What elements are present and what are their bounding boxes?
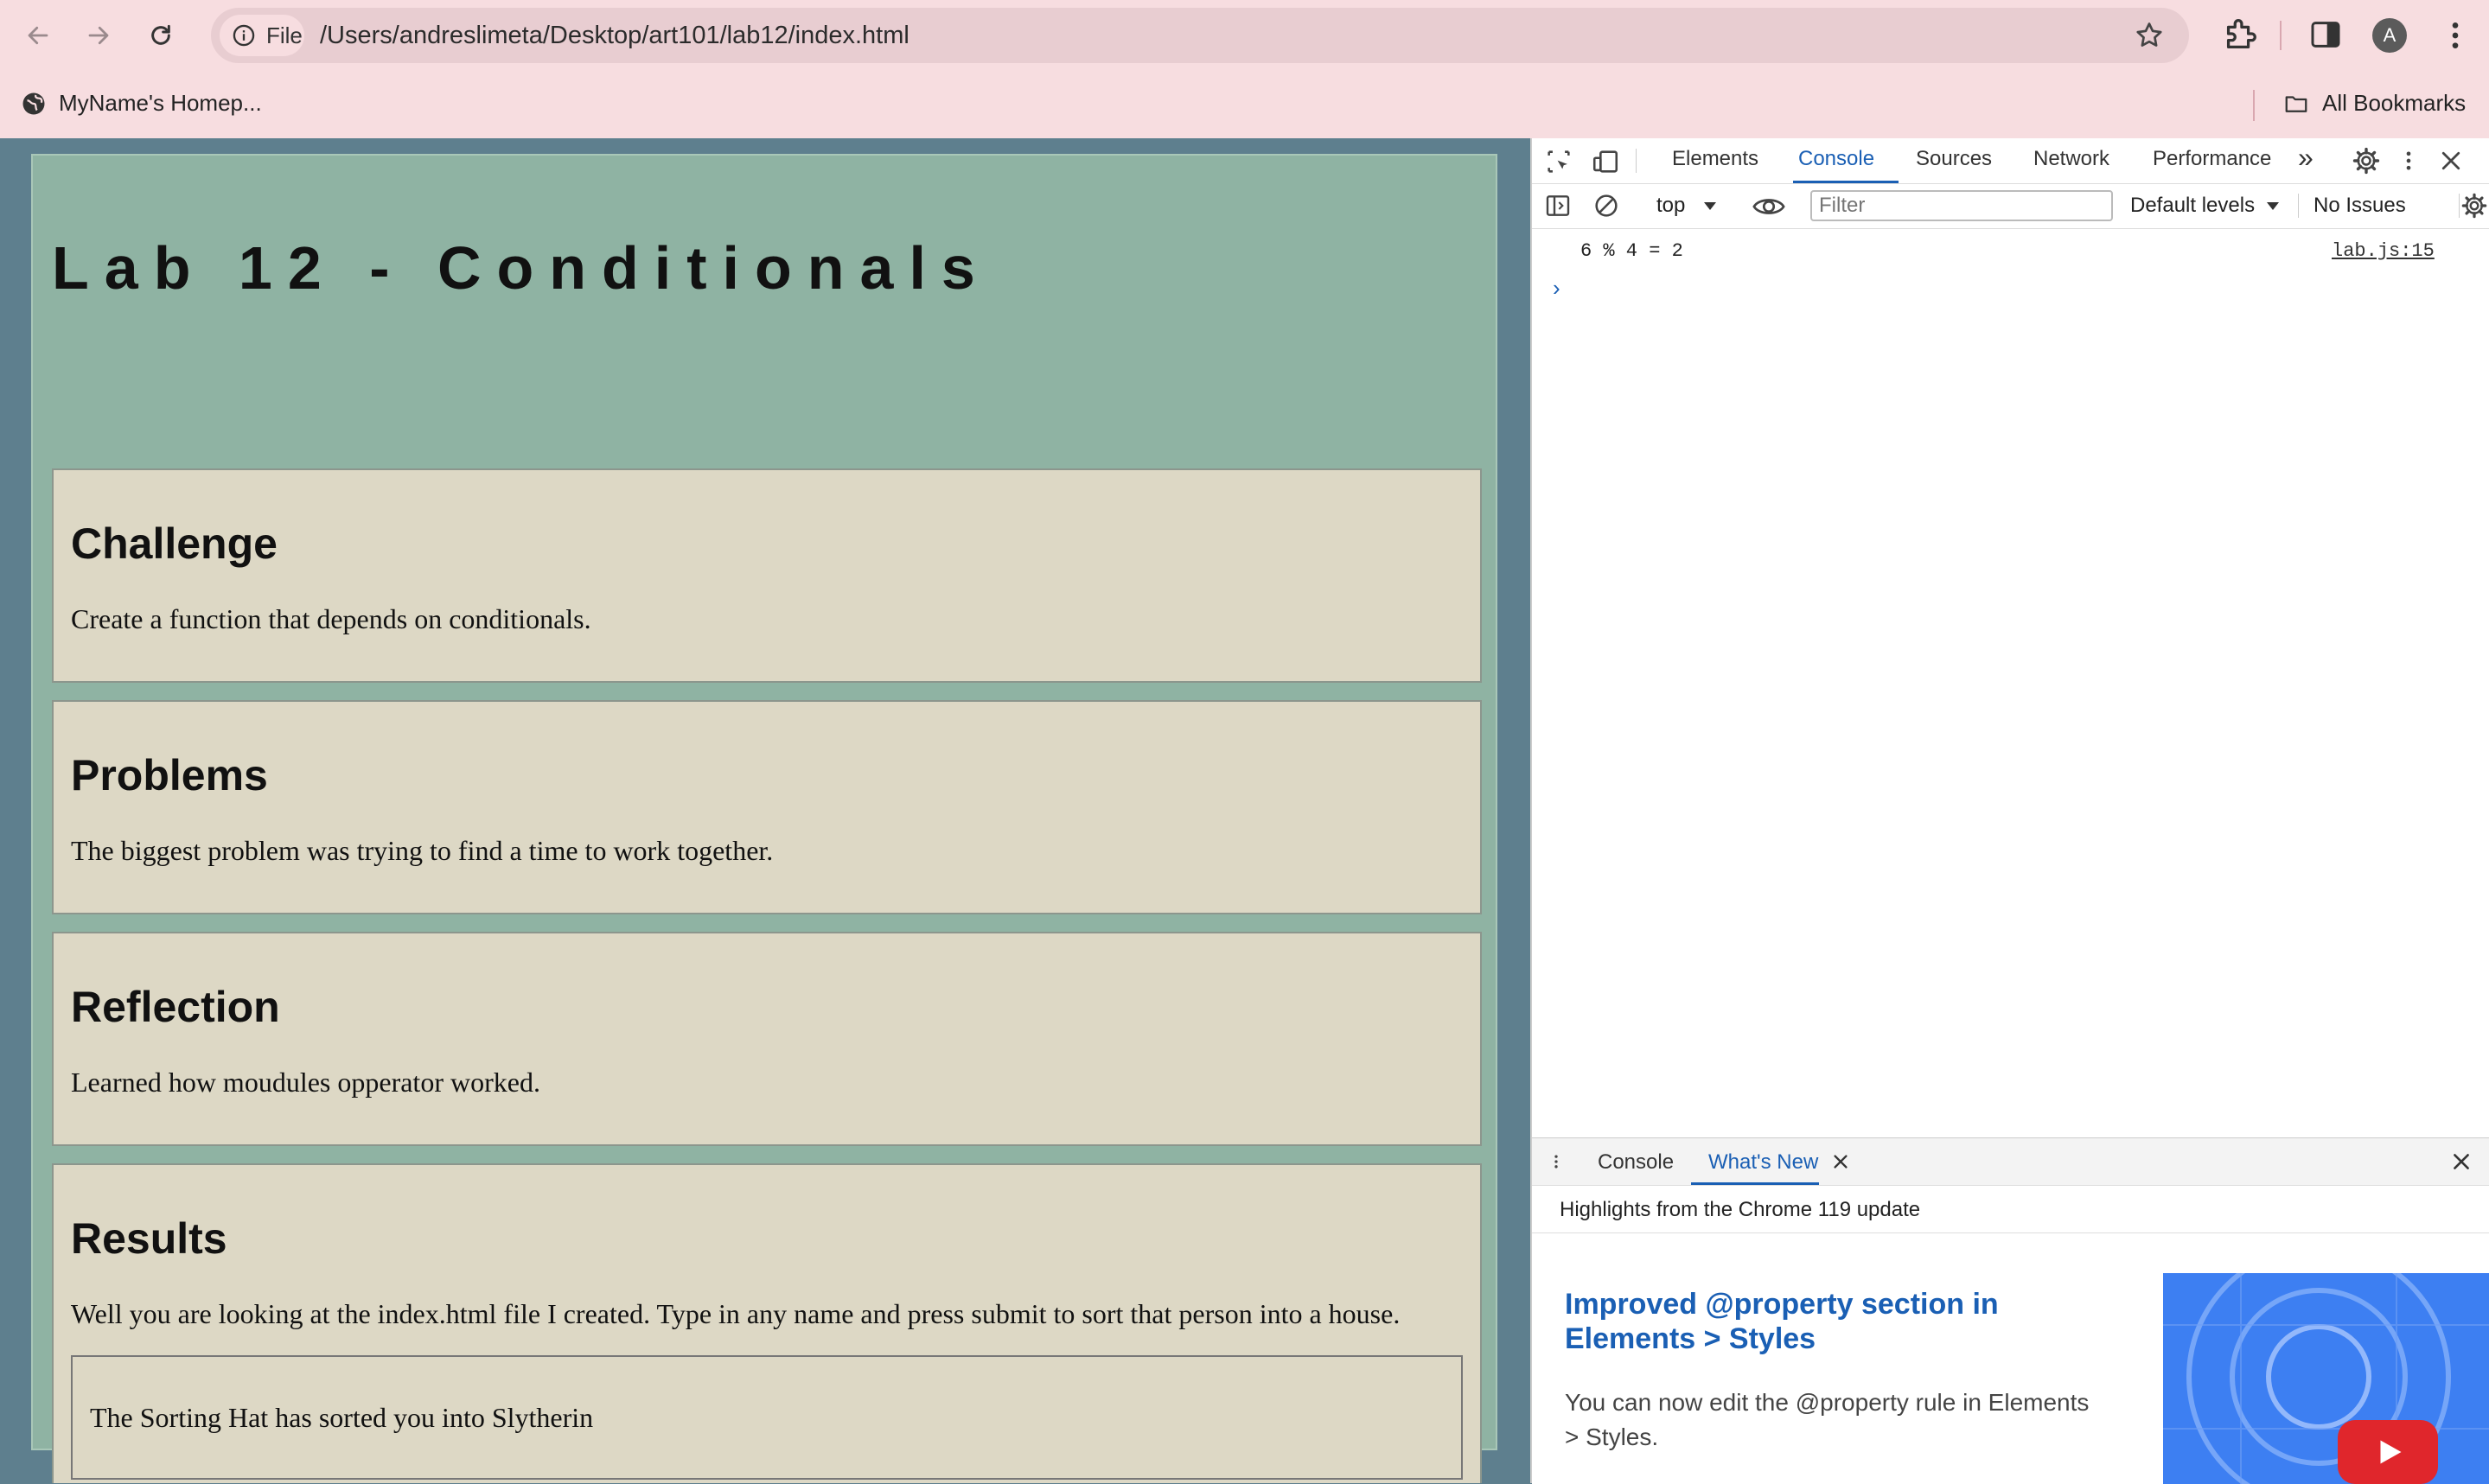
- results-section: Results Well you are looking at the inde…: [52, 1163, 1482, 1483]
- section-heading: Reflection: [71, 983, 280, 1031]
- extensions-icon[interactable]: [2220, 14, 2260, 54]
- toolbar-divider: [2459, 194, 2460, 218]
- page-title: Lab 12 - Conditionals: [52, 234, 991, 302]
- caret-down-icon: [1704, 202, 1717, 210]
- context-selector[interactable]: top: [1656, 194, 1717, 218]
- drawer-menu-icon[interactable]: [1548, 1149, 1565, 1175]
- drawer-tabbar: Console What's New: [1532, 1138, 2489, 1186]
- arrow-left-icon: [28, 26, 48, 45]
- eye-icon[interactable]: [1752, 194, 1786, 220]
- close-icon[interactable]: [2438, 148, 2464, 174]
- inspect-element-icon[interactable]: [1544, 147, 1573, 176]
- back-button[interactable]: [12, 10, 64, 61]
- console-log-message: 6 % 4 = 2: [1580, 240, 1683, 262]
- play-icon: [2380, 1440, 2402, 1464]
- page-container: Lab 12 - Conditionals Challenge Create a…: [31, 154, 1497, 1483]
- browser-toolbar: File /Users/andreslimeta/Desktop/art101/…: [0, 0, 2489, 71]
- whats-new-body: You can now edit the @property rule in E…: [1565, 1389, 2090, 1450]
- console-settings-icon[interactable]: [2460, 192, 2488, 220]
- settings-gear-icon[interactable]: [2352, 146, 2381, 175]
- console-filter-input[interactable]: [1810, 190, 2113, 221]
- forward-button[interactable]: [73, 10, 124, 61]
- console-toolbar: top Default levels No Issues: [1532, 183, 2489, 229]
- reload-icon: [151, 24, 170, 45]
- page-viewport: Lab 12 - Conditionals Challenge Create a…: [0, 138, 1530, 1483]
- bookmark-star-icon[interactable]: [2134, 20, 2165, 51]
- devtools-drawer: Console What's New Highlights from the C…: [1532, 1137, 2489, 1484]
- toolbar-divider: [2280, 21, 2282, 50]
- whats-new-heading[interactable]: Improved @property section in Elements >…: [1565, 1287, 2049, 1356]
- log-levels-dropdown[interactable]: Default levels: [2130, 194, 2280, 218]
- drawer-subheader: Highlights from the Chrome 119 update: [1532, 1186, 2489, 1233]
- folder-icon: [2285, 95, 2307, 112]
- url-text[interactable]: /Users/andreslimeta/Desktop/art101/lab12…: [320, 22, 909, 50]
- problems-section: Problems The biggest problem was trying …: [52, 700, 1482, 914]
- site-info-label: File: [266, 22, 303, 48]
- section-heading: Problems: [71, 751, 268, 799]
- bookmark-label: MyName's Homep...: [59, 90, 262, 116]
- bookmark-item[interactable]: MyName's Homep...: [21, 90, 262, 117]
- devtools-logo-graphic: [2163, 1273, 2489, 1484]
- device-toolbar-icon[interactable]: [1591, 147, 1620, 176]
- console-prompt[interactable]: ›: [1553, 275, 1560, 302]
- tab-elements[interactable]: Elements: [1672, 147, 1758, 171]
- address-bar[interactable]: File /Users/andreslimeta/Desktop/art101/…: [211, 8, 2189, 63]
- clear-console-icon[interactable]: [1592, 192, 1620, 220]
- reflection-section: Reflection Learned how moudules opperato…: [52, 932, 1482, 1146]
- devtools-menu-icon[interactable]: [2396, 146, 2421, 175]
- play-button[interactable]: [2338, 1420, 2438, 1484]
- devtools-panel: Elements Console Sources Network Perform…: [1530, 138, 2489, 1484]
- more-tabs-button[interactable]: »: [2298, 142, 2313, 174]
- sidebar-toggle-icon[interactable]: [1544, 192, 1572, 220]
- close-drawer-icon[interactable]: [2450, 1150, 2473, 1173]
- log-levels-label: Default levels: [2130, 194, 2256, 217]
- section-heading: Results: [71, 1214, 227, 1263]
- drawer-active-tab-indicator: [1691, 1182, 1819, 1185]
- close-tab-icon[interactable]: [1831, 1152, 1850, 1171]
- globe-icon: [22, 92, 45, 114]
- sorting-result-box: The Sorting Hat has sorted you into Slyt…: [71, 1355, 1463, 1480]
- more-vertical-icon[interactable]: [2438, 16, 2473, 55]
- console-log-source-link[interactable]: lab.js:15: [2332, 240, 2435, 262]
- section-heading: Challenge: [71, 519, 278, 568]
- tabbar-divider: [1636, 149, 1637, 173]
- site-info-chip[interactable]: File: [220, 15, 304, 56]
- all-bookmarks-button[interactable]: All Bookmarks: [2282, 90, 2466, 117]
- all-bookmarks-label: All Bookmarks: [2322, 90, 2467, 116]
- devtools-tabbar: Elements Console Sources Network Perform…: [1532, 138, 2489, 184]
- toolbar-divider: [2298, 194, 2299, 218]
- section-text: The biggest problem was trying to find a…: [71, 835, 774, 866]
- bookmarks-bar: MyName's Homep... All Bookmarks: [0, 71, 2489, 138]
- arrow-right-icon: [88, 26, 109, 45]
- whats-new-subtitle: Highlights from the Chrome 119 update: [1560, 1198, 1921, 1221]
- challenge-section: Challenge Create a function that depends…: [52, 468, 1482, 683]
- info-icon: [233, 24, 255, 47]
- side-panel-icon[interactable]: [2308, 17, 2343, 52]
- tab-performance[interactable]: Performance: [2153, 147, 2271, 171]
- section-text: Well you are looking at the index.html f…: [71, 1298, 1401, 1329]
- tab-console[interactable]: Console: [1798, 147, 1874, 171]
- sorting-result-text: The Sorting Hat has sorted you into Slyt…: [90, 1402, 594, 1433]
- issues-counter[interactable]: No Issues: [2313, 194, 2406, 218]
- promo-video-thumbnail[interactable]: [2163, 1273, 2489, 1484]
- profile-avatar[interactable]: A: [2372, 18, 2407, 53]
- tab-network[interactable]: Network: [2033, 147, 2109, 171]
- tab-sources[interactable]: Sources: [1916, 147, 1992, 171]
- section-text: Create a function that depends on condit…: [71, 603, 591, 634]
- reload-button[interactable]: [135, 10, 187, 61]
- drawer-tab-whats-new[interactable]: What's New: [1708, 1150, 1818, 1175]
- caret-down-icon: [2266, 202, 2279, 210]
- context-label: top: [1656, 194, 1686, 217]
- bookmarks-divider: [2253, 90, 2255, 121]
- drawer-tab-console[interactable]: Console: [1598, 1150, 1674, 1175]
- section-text: Learned how moudules opperator worked.: [71, 1067, 540, 1098]
